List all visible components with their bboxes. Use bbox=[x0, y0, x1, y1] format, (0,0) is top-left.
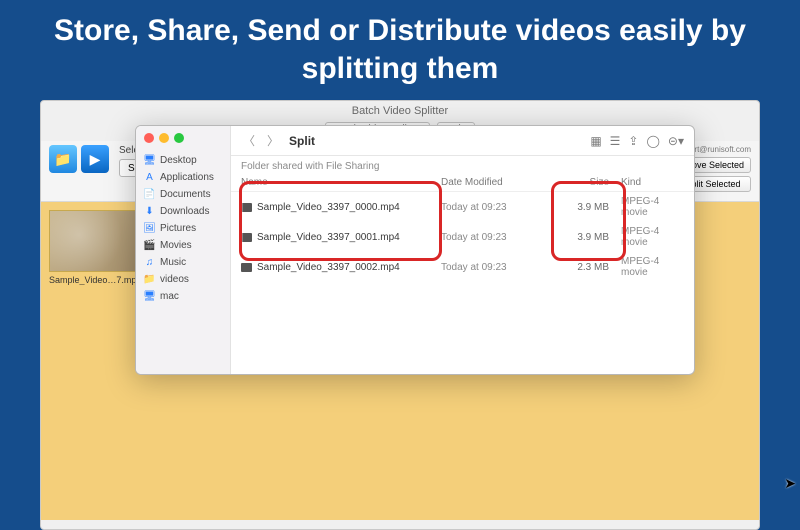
video-thumbnail-name: Sample_Video…7.mp4 (0:…) bbox=[49, 275, 149, 285]
minimize-icon[interactable] bbox=[159, 133, 169, 143]
col-kind[interactable]: Kind bbox=[621, 177, 684, 188]
folder-icon: 📄 bbox=[144, 189, 155, 200]
marketing-headline: Store, Share, Send or Distribute videos … bbox=[0, 0, 800, 95]
window-title: Batch Video Splitter bbox=[41, 101, 759, 119]
file-row[interactable]: Sample_Video_3397_0002.mp4Today at 09:23… bbox=[231, 252, 694, 282]
finder-window: 🖥DesktopAApplications📄Documents⬇︎Downloa… bbox=[135, 125, 695, 375]
folder-icon: 📁 bbox=[144, 274, 155, 285]
sidebar-item-applications[interactable]: AApplications bbox=[136, 169, 230, 186]
folder-icon: 🖼 bbox=[144, 223, 155, 234]
folder-icon: ♫ bbox=[144, 257, 155, 268]
sidebar-item-desktop[interactable]: 🖥Desktop bbox=[136, 152, 230, 169]
stage: Batch Video Splitter Batch Video Splitte… bbox=[40, 100, 760, 530]
list-view-icon[interactable]: ☰ bbox=[610, 134, 621, 148]
folder-icon: 🖥 bbox=[144, 291, 155, 302]
finder-sidebar: 🖥DesktopAApplications📄Documents⬇︎Downloa… bbox=[136, 126, 231, 374]
file-row[interactable]: Sample_Video_3397_0001.mp4Today at 09:23… bbox=[231, 222, 694, 252]
sidebar-item-downloads[interactable]: ⬇︎Downloads bbox=[136, 203, 230, 220]
col-date[interactable]: Date Modified bbox=[441, 177, 551, 188]
add-video-icon[interactable]: ▶ bbox=[81, 145, 109, 173]
file-row[interactable]: Sample_Video_3397_0000.mp4Today at 09:23… bbox=[231, 192, 694, 222]
nav-back-icon[interactable]: 〈 bbox=[241, 132, 257, 149]
sidebar-item-music[interactable]: ♫Music bbox=[136, 254, 230, 271]
video-thumbnail[interactable] bbox=[49, 210, 149, 272]
finder-title: Split bbox=[289, 134, 315, 148]
video-file-icon bbox=[241, 233, 252, 242]
col-size[interactable]: Size bbox=[551, 177, 621, 188]
folder-icon: 🖥 bbox=[144, 155, 155, 166]
folder-icon: 🎬 bbox=[144, 240, 155, 251]
sidebar-item-documents[interactable]: 📄Documents bbox=[136, 186, 230, 203]
col-name[interactable]: Name bbox=[241, 177, 441, 188]
folder-icon: A bbox=[144, 172, 155, 183]
zoom-icon[interactable] bbox=[174, 133, 184, 143]
action-menu-icon[interactable]: ⊝▾ bbox=[668, 134, 684, 148]
shared-folder-note: Folder shared with File Sharing bbox=[231, 156, 694, 174]
folder-icon: ⬇︎ bbox=[144, 206, 155, 217]
icon-view-icon[interactable]: ▦ bbox=[590, 134, 601, 148]
video-file-icon bbox=[241, 263, 252, 272]
sidebar-item-videos[interactable]: 📁videos bbox=[136, 271, 230, 288]
sidebar-item-mac[interactable]: 🖥mac bbox=[136, 288, 230, 305]
sidebar-item-movies[interactable]: 🎬Movies bbox=[136, 237, 230, 254]
close-icon[interactable] bbox=[144, 133, 154, 143]
nav-forward-icon[interactable]: 〉 bbox=[265, 132, 281, 149]
cursor-icon: ➤ bbox=[784, 475, 796, 492]
sidebar-item-pictures[interactable]: 🖼Pictures bbox=[136, 220, 230, 237]
share-icon[interactable]: ⇪ bbox=[628, 134, 638, 148]
tag-icon[interactable]: ◯ bbox=[646, 134, 659, 148]
add-folder-icon[interactable]: 📁 bbox=[49, 145, 77, 173]
finder-columns: Name Date Modified Size Kind bbox=[231, 174, 694, 192]
video-file-icon bbox=[241, 203, 252, 212]
